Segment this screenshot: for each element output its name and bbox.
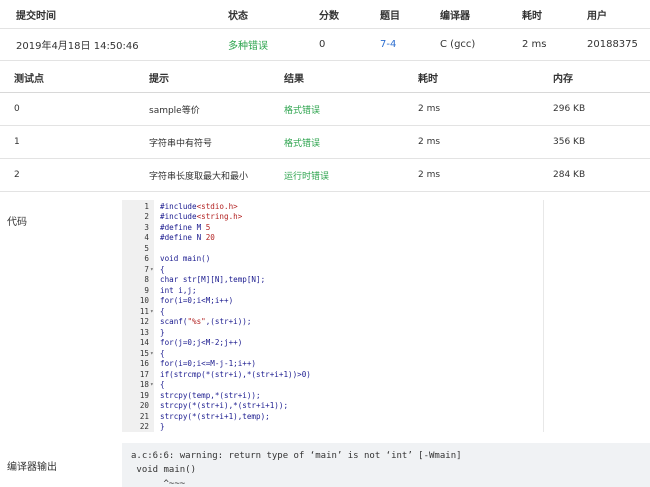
line-number: 22	[139, 422, 149, 431]
line-number: 12	[139, 317, 149, 326]
code-text: for(i=0;i<=M-j-1;i++)	[160, 359, 257, 368]
line-number: 2	[144, 212, 149, 221]
case-hint: sample等价	[149, 105, 200, 116]
code-text: {	[160, 348, 165, 358]
case-cost: 2 ms	[418, 170, 441, 180]
case-result: 格式错误	[284, 138, 321, 149]
fold-toggle-icon[interactable]: ▾	[150, 307, 154, 318]
submit-time: 2019年4月18日 14:50:46	[16, 41, 139, 52]
submission-table: 提交时间 状态 分数 题目 编译器 耗时 用户 2019年4月18日 14:50…	[0, 0, 650, 61]
line-number: 1	[144, 201, 149, 211]
compiler-value: C (gcc)	[440, 39, 476, 50]
code-text: #include<string.h>	[160, 212, 243, 221]
line-number: 7	[144, 264, 149, 274]
code-text: strcpy(temp,*(str+i));	[160, 390, 261, 400]
case-no: 1	[14, 137, 20, 147]
case-memory: 284 KB	[553, 170, 586, 180]
line-number: 5	[144, 243, 149, 253]
line-number: 21	[139, 411, 149, 421]
compiler-output-box: a.c:6:6: warning: return type of ‘main’ …	[122, 443, 650, 487]
line-number: 6	[144, 254, 149, 263]
case-no: 0	[14, 104, 20, 114]
cost-value: 2 ms	[522, 39, 547, 50]
line-number: 11	[139, 306, 149, 316]
code-text: }	[160, 422, 165, 431]
line-number: 20	[139, 401, 149, 410]
header-status: 状态	[228, 10, 248, 22]
line-number: 13	[139, 327, 149, 337]
fold-toggle-icon[interactable]: ▾	[150, 380, 154, 391]
case-cost: 2 ms	[418, 137, 441, 147]
case-result: 格式错误	[284, 105, 321, 116]
case-hint: 字符串中有符号	[149, 138, 213, 149]
code-text: int i,j;	[160, 285, 197, 295]
line-number: 18	[139, 380, 149, 389]
line-number: 9	[144, 285, 149, 295]
header-result: 结果	[284, 73, 304, 85]
code-text: scanf("%s",(str+i));	[160, 317, 252, 326]
line-number: 14	[139, 338, 149, 347]
line-number: 15	[139, 348, 149, 358]
test-case-header-row: 测试点 提示 结果 耗时 内存	[0, 62, 650, 93]
code-text: #define M 5	[160, 222, 211, 232]
line-number: 8	[144, 275, 149, 284]
table-row: 2 字符串长度取最大和最小 运行时错误 2 ms 284 KB	[0, 159, 650, 192]
case-result: 运行时错误	[284, 171, 330, 182]
code-text: strcpy(*(str+i),*(str+i+1));	[160, 401, 289, 410]
code-text: #include<stdio.h>	[160, 201, 238, 211]
line-number: 19	[139, 390, 149, 400]
code-label: 代码	[7, 217, 27, 228]
header-compiler: 编译器	[440, 10, 470, 22]
table-row: 1 字符串中有符号 格式错误 2 ms 356 KB	[0, 126, 650, 159]
score-value: 0	[319, 39, 326, 50]
problem-link[interactable]: 7-4	[380, 29, 396, 60]
code-text: char str[M][N],temp[N];	[160, 275, 266, 284]
line-number: 4	[144, 233, 149, 242]
case-no: 2	[14, 170, 20, 180]
test-case-table: 测试点 提示 结果 耗时 内存 0 sample等价 格式错误 2 ms 296 KB 1…	[0, 62, 650, 192]
code-text: {	[160, 264, 165, 274]
line-number: 10	[139, 296, 149, 305]
user-value: 20188375	[587, 39, 638, 50]
code-text: for(i=0;i<M;i++)	[160, 296, 234, 305]
code-text: }	[160, 327, 165, 337]
header-case-cost: 耗时	[418, 73, 438, 85]
line-number: 17	[139, 369, 149, 379]
submission-header-row: 提交时间 状态 分数 题目 编译器 耗时 用户	[0, 0, 650, 28]
submission-row: 2019年4月18日 14:50:46 多种错误 0 7-4 C (gcc) 2…	[0, 28, 650, 61]
compiler-output-line: a.c:6:6: warning: return type of ‘main’ …	[131, 451, 462, 461]
compiler-output-label: 编译器输出	[7, 462, 57, 473]
header-case-no: 测试点	[14, 73, 44, 85]
code-text: if(strcmp(*(str+i),*(str+i+1))>0)	[160, 369, 311, 379]
case-memory: 296 KB	[553, 104, 586, 114]
code-divider	[543, 200, 544, 432]
case-memory: 356 KB	[553, 137, 586, 147]
case-hint: 字符串长度取最大和最小	[149, 171, 249, 182]
header-score: 分数	[319, 10, 339, 22]
compiler-output-line: ^~~~	[131, 479, 186, 487]
status-text: 多种错误	[228, 41, 268, 52]
fold-toggle-icon[interactable]: ▾	[150, 349, 154, 360]
line-number: 16	[139, 359, 149, 368]
header-submit-time: 提交时间	[16, 10, 56, 22]
fold-toggle-icon[interactable]: ▾	[150, 265, 154, 276]
code-text: #define N 20	[160, 233, 215, 242]
code-text: void main()	[160, 254, 211, 263]
code-text: {	[160, 306, 165, 316]
header-hint: 提示	[149, 73, 169, 85]
header-problem: 题目	[380, 10, 400, 22]
code-text: strcpy(*(str+i+1),temp);	[160, 411, 270, 421]
code-text: {	[160, 380, 165, 389]
header-user: 用户	[587, 10, 607, 22]
header-memory: 内存	[553, 73, 573, 85]
code-viewer[interactable]: 1 #include<stdio.h> 2 #include<string.h> 3 #d…	[122, 200, 544, 432]
compiler-output-line: void main()	[131, 465, 197, 475]
header-cost: 耗时	[522, 10, 542, 22]
code-text: for(j=0;j<M-2;j++)	[160, 338, 243, 347]
line-number: 3	[144, 222, 149, 232]
table-row: 0 sample等价 格式错误 2 ms 296 KB	[0, 93, 650, 126]
case-cost: 2 ms	[418, 104, 441, 114]
